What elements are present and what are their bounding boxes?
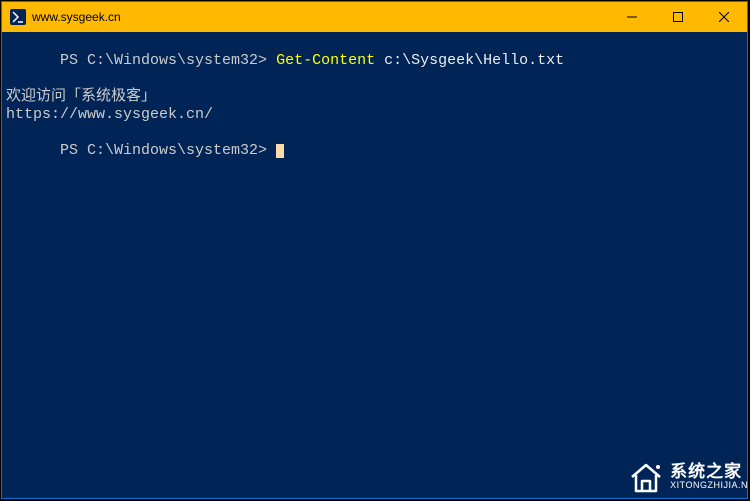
watermark: 系统之家 XITONGZHIJIA.N bbox=[628, 459, 748, 495]
maximize-button[interactable] bbox=[655, 2, 701, 32]
terminal-output: https://www.sysgeek.cn/ bbox=[6, 106, 743, 124]
cursor bbox=[276, 144, 284, 158]
watermark-main: 系统之家 bbox=[670, 463, 748, 482]
terminal-output: 欢迎访问「系统极客」 bbox=[6, 88, 743, 106]
command-args: c:\Sysgeek\Hello.txt bbox=[375, 52, 564, 69]
close-button[interactable] bbox=[701, 2, 747, 32]
prompt-text: PS C:\Windows\system32> bbox=[60, 52, 276, 69]
titlebar-left: www.sysgeek.cn bbox=[2, 9, 121, 25]
minimize-button[interactable] bbox=[609, 2, 655, 32]
titlebar[interactable]: www.sysgeek.cn bbox=[2, 2, 747, 32]
prompt-text: PS C:\Windows\system32> bbox=[60, 142, 276, 159]
house-icon bbox=[628, 459, 664, 495]
window-controls bbox=[609, 2, 747, 32]
powershell-icon bbox=[10, 9, 26, 25]
watermark-text: 系统之家 XITONGZHIJIA.N bbox=[670, 463, 748, 492]
terminal-line: PS C:\Windows\system32> Get-Content c:\S… bbox=[6, 34, 743, 88]
powershell-window: www.sysgeek.cn PS C:\Windows\system32> G… bbox=[1, 1, 748, 499]
watermark-sub: XITONGZHIJIA.N bbox=[670, 481, 748, 491]
terminal-line: PS C:\Windows\system32> bbox=[6, 124, 743, 178]
window-title: www.sysgeek.cn bbox=[32, 10, 121, 24]
command-text: Get-Content bbox=[276, 52, 375, 69]
terminal-area[interactable]: PS C:\Windows\system32> Get-Content c:\S… bbox=[2, 32, 747, 498]
